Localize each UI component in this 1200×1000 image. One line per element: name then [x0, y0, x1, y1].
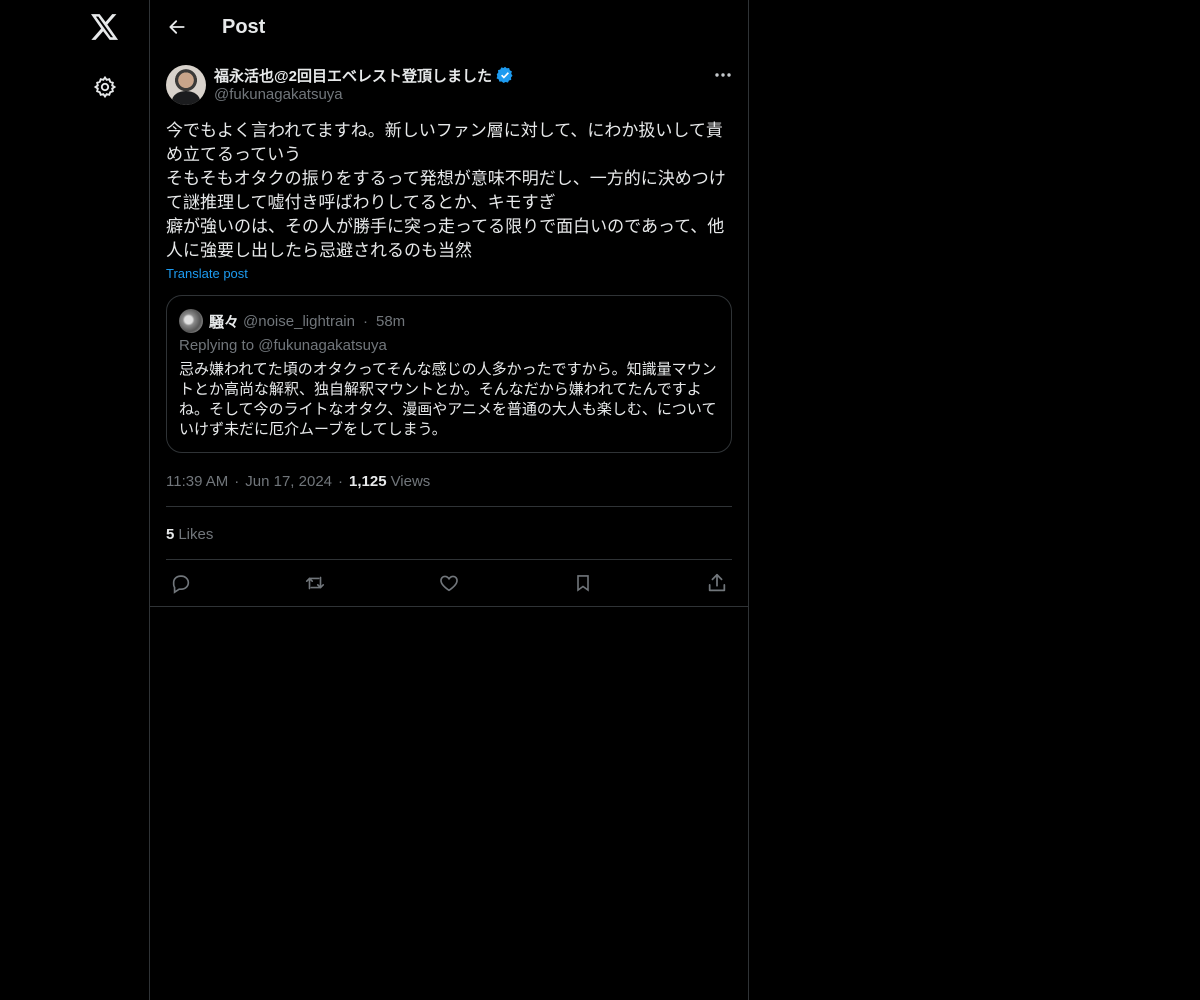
- reply-icon[interactable]: [167, 569, 195, 597]
- separator-dot: ·: [338, 472, 344, 490]
- replying-to-text: Replying to @fukunagakatsuya: [179, 337, 387, 354]
- repost-icon[interactable]: [301, 569, 329, 597]
- quoted-post-header: 騒々 @noise_lightrain · 58m: [179, 308, 405, 334]
- author-name[interactable]: 福永活也@2回目エベレスト登頂しました: [214, 65, 492, 86]
- quoted-avatar: [179, 309, 203, 333]
- separator-dot: ·: [362, 312, 368, 330]
- post-author: 福永活也@2回目エベレスト登頂しました @fukunagakatsuya: [166, 64, 734, 108]
- quoted-author-name: 騒々: [209, 313, 240, 331]
- divider: [166, 506, 732, 507]
- quoted-post[interactable]: 騒々 @noise_lightrain · 58m Replying to @f…: [166, 295, 732, 453]
- likes-label: Likes: [178, 525, 214, 543]
- avatar[interactable]: [166, 65, 206, 105]
- bookmark-icon[interactable]: [569, 569, 597, 597]
- more-options-icon[interactable]: [712, 64, 734, 86]
- quoted-post-text: 忌み嫌われてた頃のオタクってそんな感じの人多かったですから。知識量マウントとか高…: [179, 361, 717, 438]
- post-text: 今でもよく言われてますね。新しいファン層に対して、にわか扱いして責め立てるってい…: [166, 119, 734, 263]
- divider: [150, 606, 748, 607]
- divider: [166, 559, 732, 560]
- post-text-line: 癖が強いのは、その人が勝手に突っ走ってる限りで面白いのであって、他人に強要し出し…: [166, 217, 725, 260]
- sidebar: [0, 0, 149, 1000]
- likes-count: 5: [166, 525, 175, 543]
- separator-dot: ·: [234, 472, 240, 490]
- back-arrow-icon[interactable]: [164, 14, 190, 40]
- likes-summary[interactable]: 5 Likes: [166, 523, 213, 545]
- gear-icon[interactable]: [90, 72, 120, 102]
- post-column: Post 福永活也@2回目エベレスト登頂しました @fukunagakatsuy…: [149, 0, 749, 1000]
- post-header: Post: [150, 0, 748, 53]
- author-handle[interactable]: @fukunagakatsuya: [214, 86, 343, 103]
- page-title: Post: [222, 16, 266, 38]
- quoted-timestamp: 58m: [375, 312, 406, 330]
- post-text-line: 今でもよく言われてますね。新しいファン層に対して、にわか扱いして責め立てるってい…: [166, 121, 723, 164]
- translate-post-link[interactable]: Translate post: [166, 266, 248, 281]
- post-metadata: 11:39 AM · Jun 17, 2024 · 1,125 Views: [166, 470, 430, 492]
- views-count: 1,125: [349, 472, 387, 490]
- verified-badge-icon[interactable]: [496, 66, 514, 84]
- post-time[interactable]: 11:39 AM: [166, 473, 228, 490]
- share-icon[interactable]: [703, 569, 731, 597]
- post-text-line: そもそもオタクの振りをするって発想が意味不明だし、一方的に決めつけて謎推理して嘘…: [166, 169, 726, 212]
- post-date[interactable]: Jun 17, 2024: [245, 473, 332, 490]
- like-icon[interactable]: [435, 569, 463, 597]
- quoted-author-handle: @noise_lightrain: [243, 312, 355, 330]
- views-label: Views: [390, 472, 431, 490]
- author-name-row: 福永活也@2回目エベレスト登頂しました: [214, 64, 514, 86]
- action-bar: [166, 569, 732, 597]
- x-logo-icon[interactable]: [89, 11, 121, 43]
